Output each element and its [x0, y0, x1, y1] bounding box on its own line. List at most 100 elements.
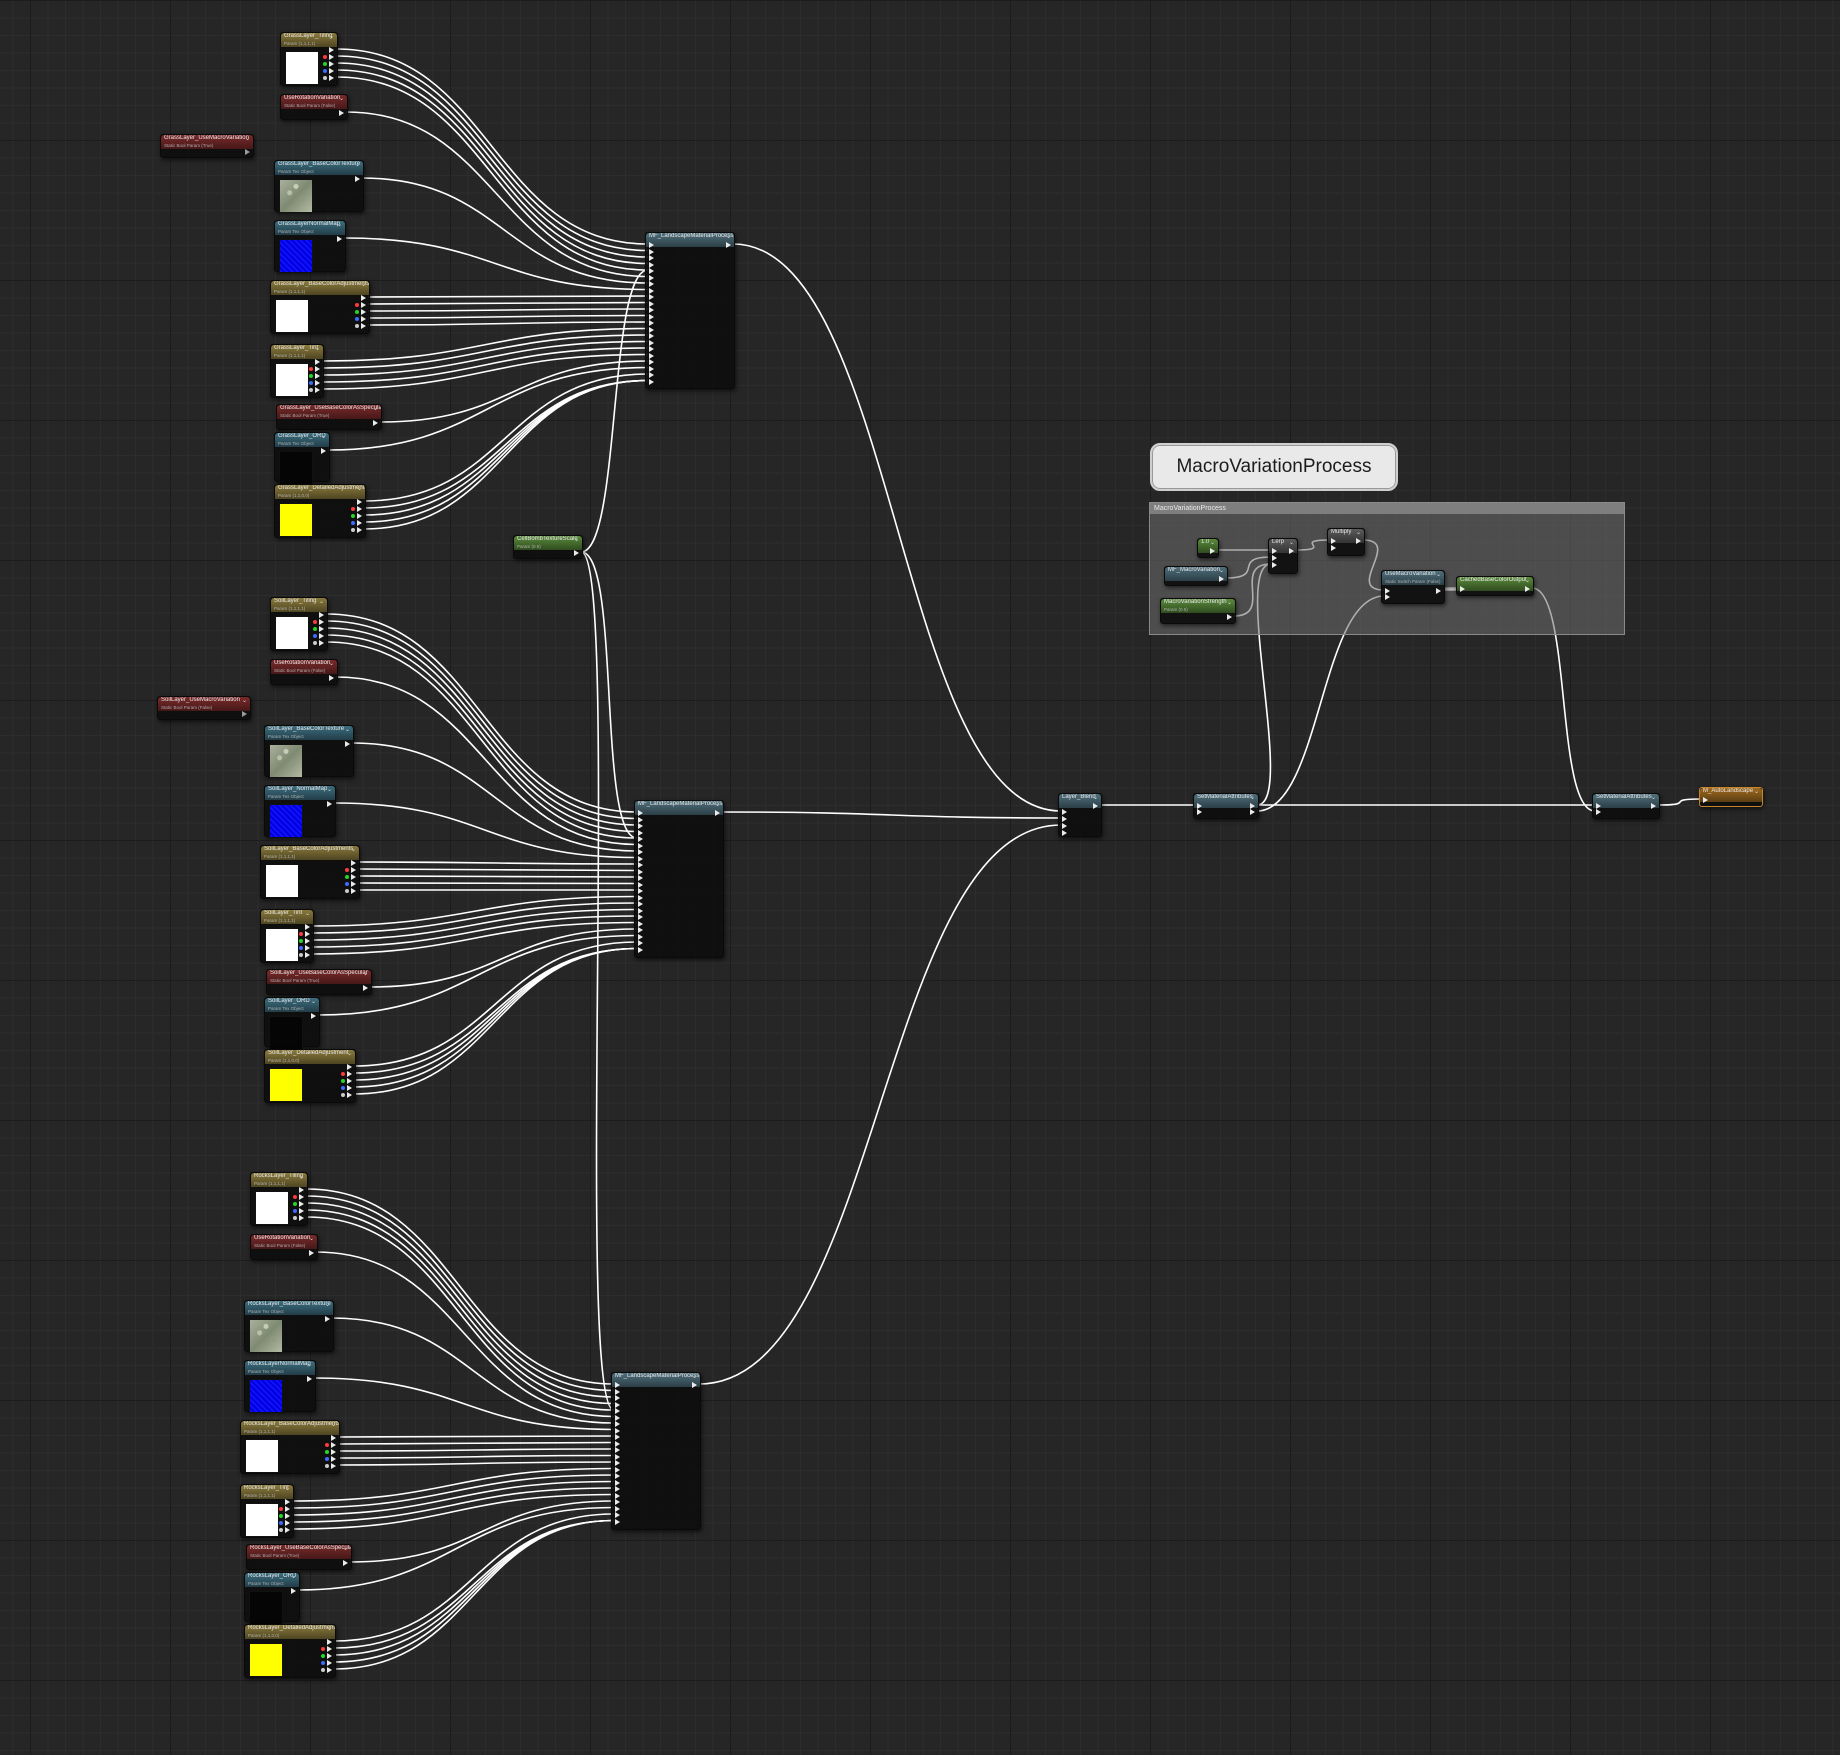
channel-pin-icon[interactable]	[293, 1209, 297, 1213]
output-pin[interactable]	[351, 888, 356, 894]
collapse-chevron-icon[interactable]: ⌄	[726, 234, 731, 241]
output-pin[interactable]	[347, 1078, 352, 1084]
output-pin[interactable]	[726, 242, 731, 248]
output-pin[interactable]	[347, 1085, 352, 1091]
input-pin[interactable]	[1596, 809, 1601, 815]
output-pin[interactable]	[1219, 576, 1224, 582]
collapse-chevron-icon[interactable]: ⌄	[1436, 572, 1441, 579]
output-pin[interactable]	[329, 47, 334, 53]
grass-ord-texture-node[interactable]: GrassLayer_ORD Param Tex Object ⌄	[274, 432, 330, 485]
channel-pin-icon[interactable]	[323, 62, 327, 66]
collapse-chevron-icon[interactable]: ⌄	[242, 698, 247, 705]
set-material-attributes-node[interactable]: SetMaterialAttributes ⌄	[1193, 793, 1259, 819]
input-pin[interactable]	[1272, 548, 1277, 554]
channel-pin-icon[interactable]	[299, 939, 303, 943]
channel-pin-icon[interactable]	[279, 1521, 283, 1525]
input-pin[interactable]	[615, 1414, 620, 1421]
input-pin[interactable]	[615, 1505, 620, 1512]
grass-normal-map-node-header[interactable]: GrassLayerNormalMap Param Tex Object ⌄	[275, 221, 345, 235]
cellbomb-scale-node[interactable]: CellBombTextureScale Param (0.5) ⌄	[513, 535, 583, 559]
macro-strength-node-header[interactable]: MacroVariationStrength Param (0.5) ⌄	[1161, 599, 1235, 613]
output-pin[interactable]	[355, 176, 360, 182]
mf-macro-variation-node[interactable]: MF_MacroVariation ⌄	[1164, 566, 1228, 586]
graph-canvas[interactable]: GrassLayer_Tiling Param (1,1,1,1) ⌄ UseRota…	[0, 0, 1840, 1755]
collapse-chevron-icon[interactable]: ⌄	[355, 162, 360, 169]
collapse-chevron-icon[interactable]: ⌄	[361, 282, 366, 289]
output-pin[interactable]	[1525, 586, 1530, 592]
output-pin[interactable]	[363, 985, 368, 991]
soil-tiling-node[interactable]: SoilLayer_Tiling Param (1,1,1,1) ⌄	[270, 597, 328, 651]
soil-detail-adjust-node-header[interactable]: SoilLayer_DetailedAdjustment Param (1,1,0…	[265, 1050, 355, 1064]
grass-basecolor-adjust-node-header[interactable]: GrassLayer_BaseColorAdjustments Param (1,…	[271, 281, 369, 295]
output-pin[interactable]	[343, 1560, 348, 1566]
input-pin[interactable]	[615, 1492, 620, 1499]
output-pin[interactable]	[329, 54, 334, 60]
collapse-chevron-icon[interactable]: ⌄	[373, 406, 378, 413]
collapse-chevron-icon[interactable]: ⌄	[1289, 540, 1294, 547]
channel-pin-icon[interactable]	[345, 882, 349, 886]
output-pin[interactable]	[1356, 538, 1361, 544]
constant-node[interactable]: 1.0 ⌄	[1197, 538, 1219, 558]
output-pin[interactable]	[305, 931, 310, 937]
input-pin[interactable]	[649, 300, 654, 307]
input-pin[interactable]	[638, 849, 643, 855]
output-pin[interactable]	[285, 1520, 290, 1526]
input-pin[interactable]	[638, 868, 643, 875]
output-pin[interactable]	[1250, 809, 1255, 815]
output-pin[interactable]	[329, 675, 334, 681]
channel-pin-icon[interactable]	[293, 1216, 297, 1220]
grass-ord-texture-node-header[interactable]: GrassLayer_ORD Param Tex Object ⌄	[275, 433, 329, 447]
channel-pin-icon[interactable]	[293, 1195, 297, 1199]
output-pin[interactable]	[285, 1499, 290, 1505]
channel-pin-icon[interactable]	[325, 1443, 329, 1447]
input-pin[interactable]	[638, 901, 643, 907]
input-pin[interactable]	[615, 1518, 620, 1525]
output-pin[interactable]	[315, 380, 320, 386]
input-pin[interactable]	[1460, 586, 1465, 592]
output-pin[interactable]	[315, 366, 320, 372]
soil-basecolor-adjust-node-header[interactable]: SoilLayer_BaseColorAdjustments Param (1,1…	[261, 846, 359, 860]
cached-basecolor-output-node-header[interactable]: CachedBaseColorOutput ⌄	[1457, 577, 1533, 591]
input-pin[interactable]	[615, 1479, 620, 1486]
input-pin[interactable]	[1062, 830, 1067, 836]
collapse-chevron-icon[interactable]: ⌄	[1219, 568, 1224, 575]
soil-tint-node-header[interactable]: SoilLayer_Tint Param (1,1,1,1) ⌄	[261, 910, 313, 924]
collapse-chevron-icon[interactable]: ⌄	[1754, 789, 1759, 796]
rocks-basecolor-texture-node-header[interactable]: RocksLayer_BaseColorTexture Param Tex Obj…	[245, 1301, 333, 1315]
output-pin[interactable]	[361, 302, 366, 308]
collapse-chevron-icon[interactable]: ⌄	[1250, 795, 1255, 802]
input-pin[interactable]	[649, 346, 654, 352]
lerp-node[interactable]: Lerp ⌄	[1268, 538, 1298, 574]
input-pin[interactable]	[638, 816, 643, 823]
input-pin[interactable]	[638, 907, 643, 914]
output-pin[interactable]	[311, 1013, 316, 1019]
output-pin[interactable]	[319, 612, 324, 618]
collapse-chevron-icon[interactable]: ⌄	[345, 727, 350, 734]
input-pin[interactable]	[615, 1427, 620, 1434]
soil-use-macro-node[interactable]: SoilLayer_UseMacroVariation Static Bool P…	[157, 696, 251, 720]
input-pin[interactable]	[638, 940, 643, 946]
grass-tint-node-header[interactable]: GrassLayer_Tint Param (1,1,1,1) ⌄	[271, 345, 323, 359]
set-material-attributes-node-2[interactable]: SetMaterialAttributes ⌄	[1592, 793, 1660, 819]
input-pin[interactable]	[638, 836, 643, 842]
input-pin[interactable]	[649, 365, 654, 372]
input-pin[interactable]	[615, 1401, 620, 1408]
rocks-tiling-node-header[interactable]: RocksLayer_Tiling Param (1,1,1,1) ⌄	[251, 1173, 307, 1187]
grass-tint-node[interactable]: GrassLayer_Tint Param (1,1,1,1) ⌄	[270, 344, 324, 398]
rocks-basecolor-specular-node[interactable]: RocksLayer_UseBaseColorAsSpecular Static …	[246, 1544, 352, 1570]
output-pin[interactable]	[361, 295, 366, 301]
input-pin[interactable]	[1331, 538, 1336, 544]
input-pin[interactable]	[638, 888, 643, 894]
output-pin[interactable]	[291, 1588, 296, 1594]
grass-basecolor-texture-node[interactable]: GrassLayer_BaseColorTexture Param Tex Obj…	[274, 160, 364, 213]
channel-pin-icon[interactable]	[309, 367, 313, 371]
grass-basecolor-specular-node-header[interactable]: GrassLayer_UseBaseColorAsSpecular Static …	[277, 405, 381, 419]
output-pin[interactable]	[357, 499, 362, 505]
output-pin[interactable]	[347, 1064, 352, 1070]
rocks-basecolor-adjust-node-header[interactable]: RocksLayer_BaseColorAdjustments Param (1,…	[241, 1421, 339, 1435]
input-pin[interactable]	[638, 862, 643, 868]
output-pin[interactable]	[361, 323, 366, 329]
output-pin[interactable]	[1093, 803, 1098, 809]
input-pin[interactable]	[638, 894, 643, 901]
input-pin[interactable]	[649, 378, 654, 385]
